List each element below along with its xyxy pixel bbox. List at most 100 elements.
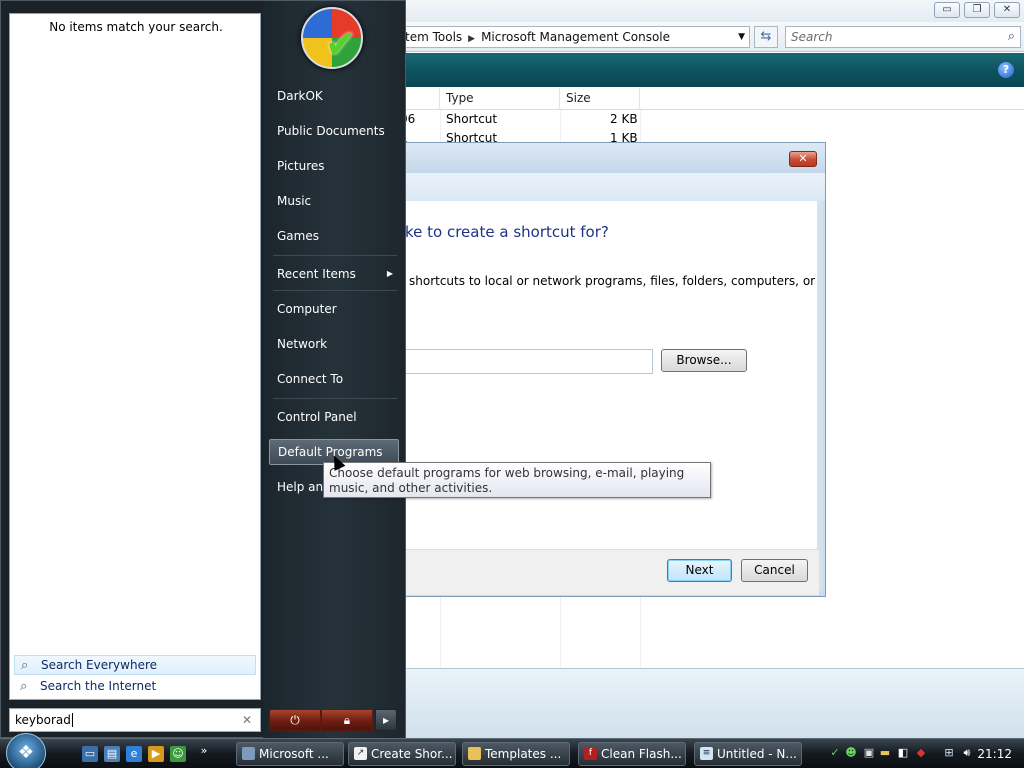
taskbar-item-label: Microsoft ... — [259, 747, 329, 761]
search-internet-link[interactable]: ⌕ Search the Internet — [14, 677, 256, 697]
lock-icon: 🔒︎ — [343, 713, 351, 727]
breadcrumb-item[interactable]: Microsoft Management Console — [481, 30, 670, 44]
create-shortcut-dialog: ✕ ke to create a shortcut for? shortcuts… — [400, 142, 826, 597]
maximize-button[interactable]: ❐ — [964, 2, 990, 18]
menu-item-games[interactable]: Games — [269, 223, 399, 249]
minimize-button[interactable]: ▭ — [934, 2, 960, 18]
breadcrumb[interactable]: tem Tools ▶ Microsoft Management Console ▼ — [380, 26, 750, 48]
help-icon[interactable]: ? — [998, 62, 1014, 78]
lock-button[interactable]: 🔒︎ — [321, 709, 373, 731]
refresh-button[interactable]: ⇆ — [754, 26, 778, 48]
column-headers: Type Size — [380, 88, 1024, 110]
address-bar: tem Tools ▶ Microsoft Management Console ▼… — [380, 22, 1024, 52]
breadcrumb-arrow-icon[interactable]: ▶ — [468, 29, 475, 47]
menu-item-connect-to[interactable]: Connect To — [269, 366, 399, 392]
volume-icon[interactable]: 🔊︎ — [960, 746, 974, 760]
show-desktop-icon[interactable]: ▭ — [82, 746, 98, 762]
location-input[interactable] — [401, 349, 653, 374]
menu-item-public-documents[interactable]: Public Documents — [269, 118, 399, 144]
clear-search-icon[interactable]: ✕ — [242, 709, 252, 731]
search-input[interactable]: Search ⌕ — [785, 26, 1021, 48]
tray-alert-icon[interactable]: ◆ — [914, 746, 928, 760]
dialog-heading: ke to create a shortcut for? — [405, 223, 609, 241]
tray-display-icon[interactable]: ▣ — [862, 746, 876, 760]
taskbar-item-notepad[interactable]: ≡ Untitled - N... — [694, 742, 802, 766]
power-icon: ⏻ — [290, 713, 300, 727]
search-everywhere-link[interactable]: ⌕ Search Everywhere — [14, 655, 256, 675]
menu-item-recent-items[interactable]: Recent Items ▶ — [269, 261, 399, 287]
search-icon[interactable]: ⌕ — [1008, 27, 1015, 47]
menu-item-user[interactable]: DarkOK — [269, 83, 399, 109]
menu-item-network[interactable]: Network — [269, 331, 399, 357]
file-size: 2 KB — [610, 112, 638, 126]
close-icon: ✕ — [798, 152, 808, 165]
tray-user-icon[interactable]: ☻ — [844, 746, 858, 760]
dialog-description: shortcuts to local or network programs, … — [409, 274, 816, 288]
command-bar: ? — [380, 53, 1024, 87]
mmc-icon — [242, 747, 255, 760]
menu-item-label: Recent Items — [277, 267, 356, 281]
quick-launch-overflow[interactable]: » — [196, 743, 212, 759]
menu-item-computer[interactable]: Computer — [269, 296, 399, 322]
chevron-down-icon[interactable]: ▼ — [738, 27, 745, 47]
network-icon[interactable]: ⊞ — [942, 746, 956, 760]
dialog-titlebar: ✕ — [401, 143, 825, 173]
menu-item-control-panel[interactable]: Control Panel — [269, 404, 399, 430]
taskbar-item-label: Templates ... — [485, 747, 562, 761]
windows-logo-icon: ❖ — [17, 742, 35, 763]
breadcrumb-item[interactable]: tem Tools — [405, 30, 462, 44]
column-header-size[interactable]: Size — [560, 88, 640, 110]
close-button[interactable]: ✕ — [994, 2, 1020, 18]
notepad-icon: ≡ — [700, 747, 713, 760]
dialog-nav-strip — [401, 173, 825, 201]
menu-separator — [273, 398, 397, 399]
start-search-value: keyborad — [15, 713, 71, 727]
next-button[interactable]: Next — [667, 559, 732, 582]
start-menu: No items match your search. ⌕ Search Eve… — [0, 0, 406, 739]
taskbar-item-create-shortcut[interactable]: ↗ Create Shor... — [348, 742, 456, 766]
no-results-message: No items match your search. — [49, 20, 223, 34]
taskbar-item-label: Clean Flash... — [601, 747, 682, 761]
shutdown-options-button[interactable]: ▸ — [375, 709, 397, 731]
internet-explorer-icon[interactable]: e — [126, 746, 142, 762]
start-search-input[interactable]: keyborad ✕ — [9, 708, 261, 732]
taskbar-item-mmc[interactable]: Microsoft ... — [236, 742, 344, 766]
dialog-close-button[interactable]: ✕ — [789, 151, 817, 167]
menu-separator — [273, 255, 397, 256]
tray-security-icon[interactable]: ◧ — [896, 746, 910, 760]
tray-drive-icon[interactable]: ▬ — [878, 746, 892, 760]
search-icon: ⌕ — [21, 658, 29, 673]
browse-button[interactable]: Browse... — [661, 349, 747, 372]
taskbar: ❖ ▭ ▤ e ▶ ☺ » Microsoft ... ↗ Create Sho… — [0, 733, 1024, 768]
shortcut-icon: ↗ — [354, 747, 367, 760]
menu-separator — [273, 290, 397, 291]
menu-item-music[interactable]: Music — [269, 188, 399, 214]
refresh-icon: ⇆ — [760, 29, 772, 44]
folder-icon — [468, 747, 481, 760]
user-picture[interactable]: ✔ — [301, 7, 363, 69]
cancel-button[interactable]: Cancel — [741, 559, 808, 582]
taskbar-item-clean-flash[interactable]: f Clean Flash... — [578, 742, 686, 766]
switch-windows-icon[interactable]: ▤ — [104, 746, 120, 762]
start-button[interactable]: ❖ — [6, 733, 46, 768]
power-button[interactable]: ⏻ — [269, 709, 321, 731]
messenger-icon[interactable]: ☺ — [170, 746, 186, 762]
taskbar-item-label: Create Shor... — [371, 747, 453, 761]
table-row[interactable]: 06 Shortcut 2 KB — [380, 110, 1024, 129]
tray-check-icon[interactable]: ✓ — [828, 746, 842, 760]
submenu-arrow-icon: ▶ — [386, 269, 393, 278]
search-placeholder: Search — [791, 30, 833, 44]
search-internet-label: Search the Internet — [40, 679, 157, 693]
media-player-icon[interactable]: ▶ — [148, 746, 164, 762]
power-controls: ⏻ 🔒︎ ▸ — [269, 709, 399, 731]
dialog-footer: Next Cancel — [401, 549, 819, 595]
clock[interactable]: 21:12 — [977, 742, 1012, 766]
details-pane — [380, 668, 1024, 740]
taskbar-item-templates[interactable]: Templates ... — [462, 742, 570, 766]
tooltip: Choose default programs for web browsing… — [323, 462, 711, 498]
column-header-type[interactable]: Type — [440, 88, 560, 110]
file-type: Shortcut — [446, 112, 498, 126]
menu-item-pictures[interactable]: Pictures — [269, 153, 399, 179]
checkmark-icon: ✔ — [325, 22, 357, 66]
flash-icon: f — [584, 747, 597, 760]
